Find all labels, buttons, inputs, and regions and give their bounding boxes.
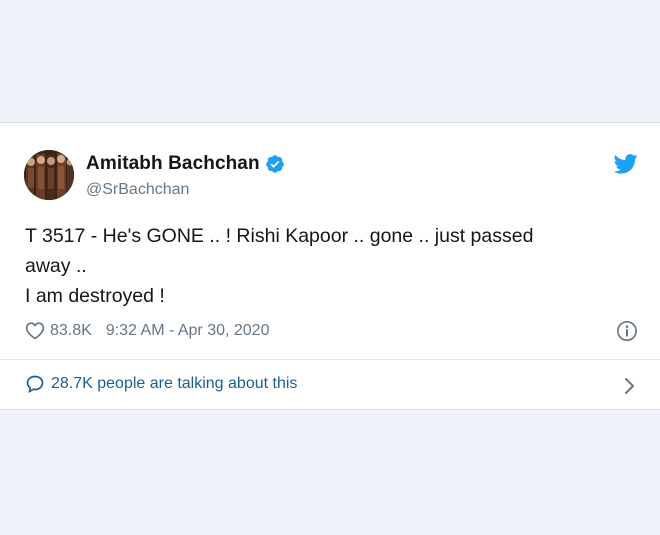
heart-icon[interactable]: [25, 321, 45, 340]
chevron-right-icon[interactable]: [622, 375, 636, 397]
tweet-card[interactable]: Amitabh Bachchan @SrBachchan T 3517 - He…: [0, 122, 660, 410]
verified-badge-icon: [265, 154, 285, 174]
twitter-bird-icon[interactable]: [613, 153, 638, 175]
tweet-text-line: I am destroyed !: [25, 285, 165, 307]
tweet-text-line: T 3517 - He's GONE .. ! Rishi Kapoor .. …: [25, 225, 534, 247]
card-divider: [0, 359, 660, 360]
author-display-name[interactable]: Amitabh Bachchan: [86, 153, 260, 175]
tweet-timestamp[interactable]: 9:32 AM - Apr 30, 2020: [106, 322, 270, 340]
tweet-meta-row: 83.8K 9:32 AM - Apr 30, 2020: [25, 321, 269, 340]
conversation-link[interactable]: 28.7K people are talking about this: [25, 374, 297, 394]
info-icon[interactable]: [616, 320, 638, 342]
tweet-text: T 3517 - He's GONE .. ! Rishi Kapoor .. …: [25, 221, 615, 311]
conversation-text[interactable]: 28.7K people are talking about this: [51, 375, 297, 393]
author-avatar[interactable]: [24, 150, 74, 200]
tweet-text-line: away ..: [25, 255, 87, 277]
author-handle[interactable]: @SrBachchan: [86, 181, 189, 199]
likes-count[interactable]: 83.8K: [50, 322, 92, 340]
author-name-row[interactable]: Amitabh Bachchan: [86, 153, 285, 175]
speech-bubble-icon: [25, 374, 45, 394]
